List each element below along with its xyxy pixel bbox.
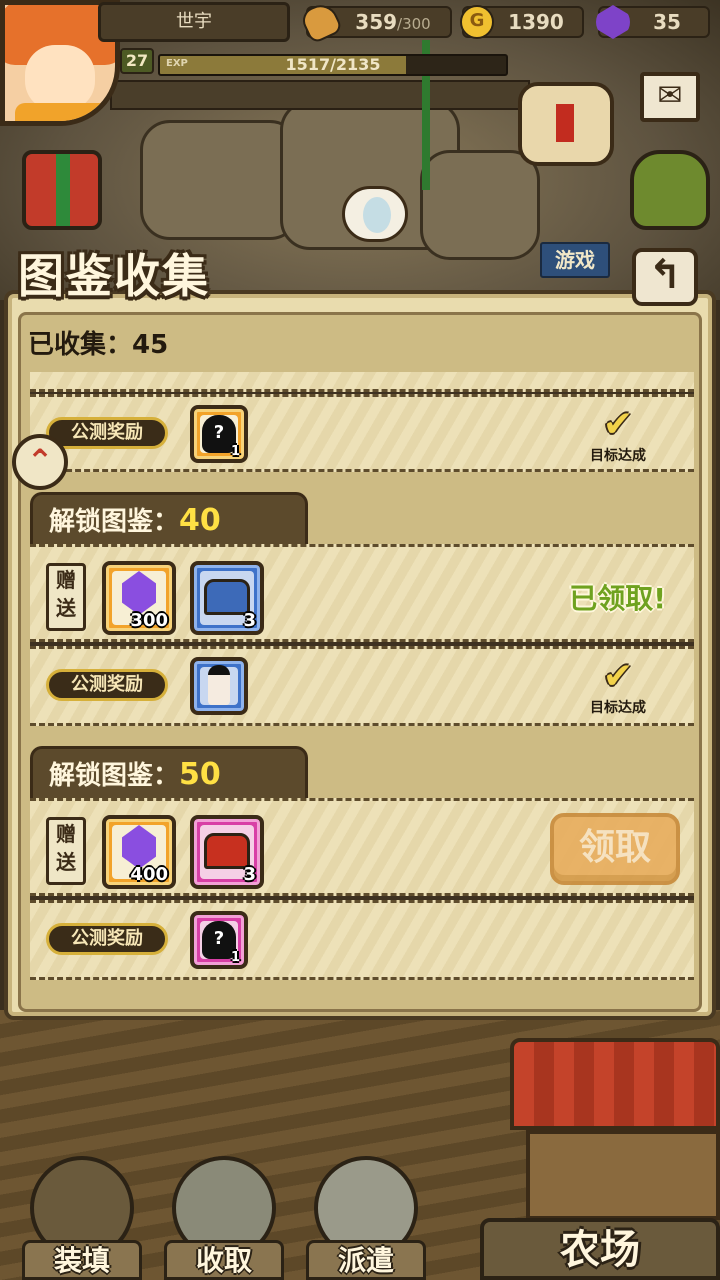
nav-collect-label: 收取	[164, 1240, 284, 1280]
envelope-icon: ✉	[657, 78, 683, 113]
nav-farm-button[interactable]: 农场	[480, 1218, 720, 1280]
gift-reward-row: 赠送 400 3 领取	[30, 798, 694, 896]
background-stone	[140, 120, 300, 240]
gem-icon	[596, 5, 630, 39]
exp-bar: EXP 1517/2135	[158, 54, 508, 76]
bread-cap: /300	[397, 15, 431, 33]
goal-complete-status: ✔ 目标达成	[582, 657, 654, 717]
beta-reward-label: 公测奖励	[46, 669, 168, 701]
egg-speech-bubble[interactable]	[342, 186, 408, 242]
claim-button[interactable]: 领取	[550, 813, 680, 885]
reward-count: 400	[130, 864, 168, 885]
milestone-header-label: 解锁图鉴：	[49, 761, 180, 791]
milestone-header-value: 40	[179, 503, 221, 538]
background-beam	[110, 80, 530, 110]
reward-count: 1	[230, 444, 240, 459]
bread-counter[interactable]: 359/300	[298, 0, 452, 45]
milestone-row-partial	[30, 372, 694, 392]
reward-count: 3	[243, 610, 256, 631]
back-arrow-icon: ↰	[648, 252, 682, 298]
player-name: 世宇	[98, 2, 290, 42]
scroll-icon	[556, 104, 574, 142]
milestone-header-50: 解锁图鉴：50	[30, 746, 308, 800]
reward-item-blue-chest[interactable]: 3	[190, 561, 264, 635]
coin-counter[interactable]: G 1390	[460, 5, 584, 39]
collected-count: 已收集：45	[28, 324, 168, 361]
gem-value: 35	[653, 10, 681, 34]
nav-dispatch-button[interactable]: 派遣	[306, 1150, 426, 1280]
goal-complete-status: ✔ 目标达成	[582, 405, 654, 465]
checkmark-icon: ✔	[602, 404, 634, 445]
panel-title: 图鉴收集	[18, 249, 210, 303]
claimed-status: 已领取!	[569, 582, 666, 615]
mail-button[interactable]: ✉	[640, 72, 700, 122]
beta-reward-row: 公测奖励 ? 1	[30, 900, 694, 980]
background-stone	[420, 150, 540, 260]
reward-item-gems[interactable]: 300	[102, 561, 176, 635]
scroll-up-button[interactable]: ⌃	[12, 434, 68, 490]
quest-scroll-button[interactable]	[518, 82, 614, 166]
gift-label: 赠送	[46, 563, 86, 631]
reward-count: 1	[230, 950, 240, 965]
reward-item[interactable]: ? 1	[190, 405, 248, 463]
gift-label: 赠送	[46, 817, 86, 885]
nav-load-label: 装填	[22, 1240, 142, 1280]
player-level-badge: 27	[120, 48, 154, 74]
collected-value: 45	[132, 330, 169, 360]
farm-stable[interactable]	[526, 1130, 720, 1220]
goal-complete-text: 目标达成	[590, 448, 646, 464]
checkmark-icon: ✔	[602, 656, 634, 697]
back-button[interactable]: ↰	[632, 248, 698, 306]
arrow-up-icon: ⌃	[26, 442, 54, 480]
game-sign[interactable]: 游戏	[540, 242, 610, 278]
coin-value: 1390	[508, 10, 564, 34]
beta-reward-label: 公测奖励	[46, 923, 168, 955]
reward-item[interactable]	[190, 657, 248, 715]
gift-reward-row: 赠送 300 3 已领取!	[30, 544, 694, 642]
nav-dispatch-label: 派遣	[306, 1240, 426, 1280]
milestone-list[interactable]: 公测奖励 ? 1 ✔ 目标达成 解锁图鉴：40 赠送 300 3 已领取! 公测…	[30, 372, 694, 980]
nav-collect-button[interactable]: 收取	[164, 1150, 284, 1280]
exp-value: 1517/2135	[285, 55, 381, 74]
gift-icon	[56, 154, 70, 226]
coin-icon: G	[460, 5, 494, 39]
milestone-header-label: 解锁图鉴：	[49, 507, 180, 537]
reward-item[interactable]: ? 1	[190, 911, 248, 969]
milestone-header-40: 解锁图鉴：40	[30, 492, 308, 546]
milestone-header-value: 50	[179, 757, 221, 792]
egg-icon	[363, 197, 391, 233]
beta-reward-row: 公测奖励 ? 1 ✔ 目标达成	[30, 394, 694, 472]
reward-count: 3	[243, 864, 256, 885]
reward-item-gems[interactable]: 400	[102, 815, 176, 889]
backpack-button[interactable]	[630, 150, 710, 230]
character-icon	[208, 665, 230, 705]
reward-count: 300	[130, 610, 168, 631]
beta-reward-label: 公测奖励	[46, 417, 168, 449]
nav-load-button[interactable]: 装填	[22, 1150, 142, 1280]
farm-roof	[510, 1038, 720, 1130]
bread-value: 359	[355, 10, 398, 34]
goal-complete-text: 目标达成	[590, 700, 646, 716]
beta-reward-row: 公测奖励 ✔ 目标达成	[30, 646, 694, 726]
gift-button[interactable]	[22, 150, 102, 230]
gem-counter[interactable]: 35	[596, 5, 710, 39]
reward-item-red-chest[interactable]: 3	[190, 815, 264, 889]
collected-label: 已收集：	[28, 330, 133, 360]
